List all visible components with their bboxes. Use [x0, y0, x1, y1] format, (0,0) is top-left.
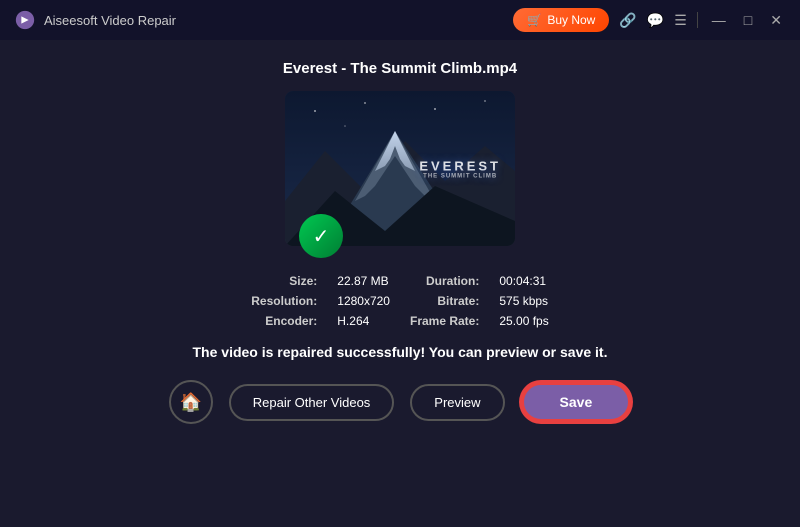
title-bar-right: 🛒 Buy Now 🔗 💬 ☰ — □ ✕: [513, 8, 786, 32]
cart-icon: 🛒: [527, 13, 542, 27]
app-title: Aiseesoft Video Repair: [44, 13, 176, 28]
main-content: Everest - The Summit Climb.mp4: [0, 40, 800, 527]
chat-icon[interactable]: 💬: [647, 12, 664, 29]
bitrate-value: 575 kbps: [499, 294, 548, 308]
encoder-value: H.264: [337, 314, 390, 328]
resolution-value: 1280x720: [337, 294, 390, 308]
title-divider: [697, 12, 698, 28]
link-icon[interactable]: 🔗: [619, 12, 636, 29]
video-meta: Size: 22.87 MB Duration: 00:04:31 Resolu…: [251, 274, 548, 328]
everest-label: EVEREST THE SUMMIT CLIMB: [419, 158, 501, 179]
action-buttons: 🏠 Repair Other Videos Preview Save: [169, 380, 632, 424]
title-bar-left: Aiseesoft Video Repair: [14, 9, 176, 31]
success-message: The video is repaired successfully! You …: [193, 344, 608, 360]
video-thumbnail-wrapper: EVEREST THE SUMMIT CLIMB ✓: [285, 91, 515, 246]
buy-now-label: Buy Now: [547, 13, 595, 27]
preview-button[interactable]: Preview: [410, 384, 504, 421]
maximize-button[interactable]: □: [740, 10, 756, 30]
framerate-label: Frame Rate:: [410, 314, 479, 328]
duration-value: 00:04:31: [499, 274, 548, 288]
framerate-value: 25.00 fps: [499, 314, 548, 328]
video-title: Everest - The Summit Climb.mp4: [283, 60, 517, 77]
home-icon: 🏠: [180, 392, 202, 413]
menu-icon[interactable]: ☰: [674, 12, 687, 29]
home-button[interactable]: 🏠: [169, 380, 213, 424]
app-logo-icon: [14, 9, 36, 31]
close-button[interactable]: ✕: [766, 10, 786, 31]
buy-now-button[interactable]: 🛒 Buy Now: [513, 8, 609, 32]
encoder-label: Encoder:: [251, 314, 317, 328]
minimize-button[interactable]: —: [708, 10, 730, 30]
title-bar: Aiseesoft Video Repair 🛒 Buy Now 🔗 💬 ☰ —…: [0, 0, 800, 40]
everest-sub: THE SUMMIT CLIMB: [419, 173, 501, 179]
save-button[interactable]: Save: [521, 382, 632, 422]
resolution-label: Resolution:: [251, 294, 317, 308]
bitrate-label: Bitrate:: [410, 294, 479, 308]
duration-label: Duration:: [410, 274, 479, 288]
success-check-badge: ✓: [299, 214, 343, 258]
size-value: 22.87 MB: [337, 274, 390, 288]
size-label: Size:: [251, 274, 317, 288]
repair-other-videos-button[interactable]: Repair Other Videos: [229, 384, 395, 421]
